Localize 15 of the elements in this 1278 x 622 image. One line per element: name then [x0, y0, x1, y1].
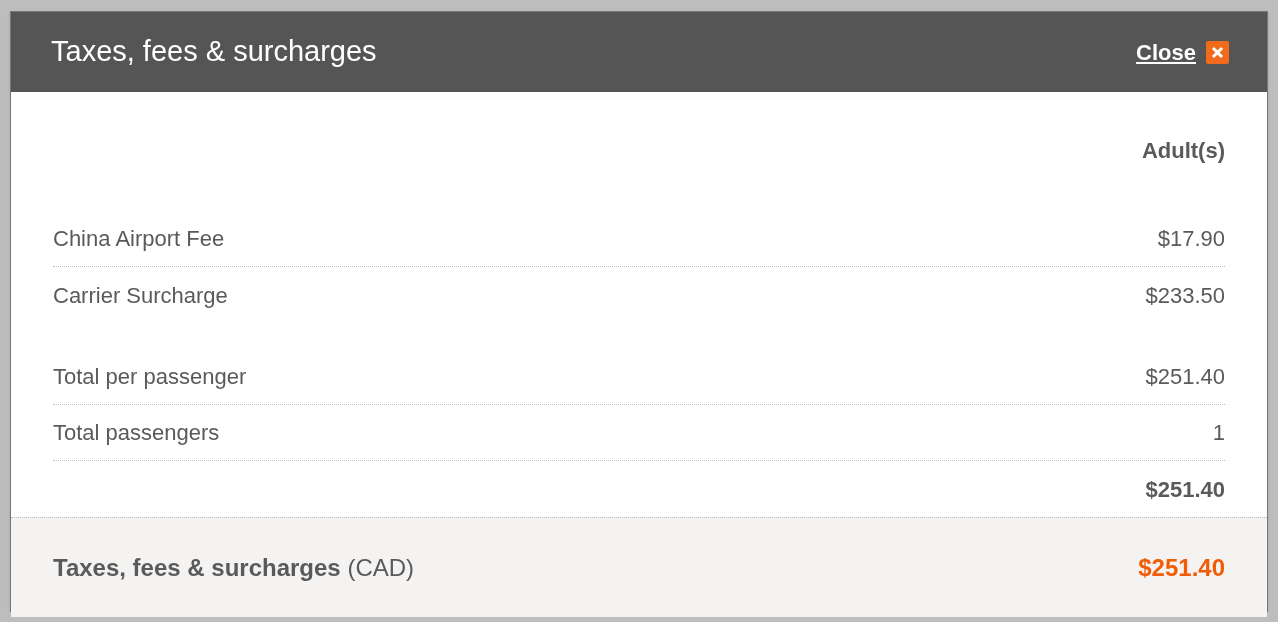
fee-label: Carrier Surcharge: [53, 281, 228, 310]
column-header: Adult(s): [1141, 137, 1225, 165]
total-value: 1: [1212, 419, 1225, 447]
total-value: $251.40: [1145, 363, 1225, 391]
fee-amount: $233.50: [1145, 281, 1225, 310]
footer-amount: $251.40: [1138, 552, 1225, 583]
close-icon: [1206, 40, 1229, 64]
fee-amount: $17.90: [1157, 225, 1225, 253]
total-label: Total per passenger: [53, 363, 247, 391]
close-button[interactable]: Close: [1136, 35, 1229, 69]
footer-label: Taxes, fees & surcharges (CAD): [53, 552, 415, 583]
total-label: Total passengers: [53, 419, 220, 447]
dialog-title: Taxes, fees & surcharges: [51, 34, 377, 70]
fee-label: China Airport Fee: [53, 225, 225, 253]
subtotal-amount: $251.40: [1145, 475, 1225, 504]
